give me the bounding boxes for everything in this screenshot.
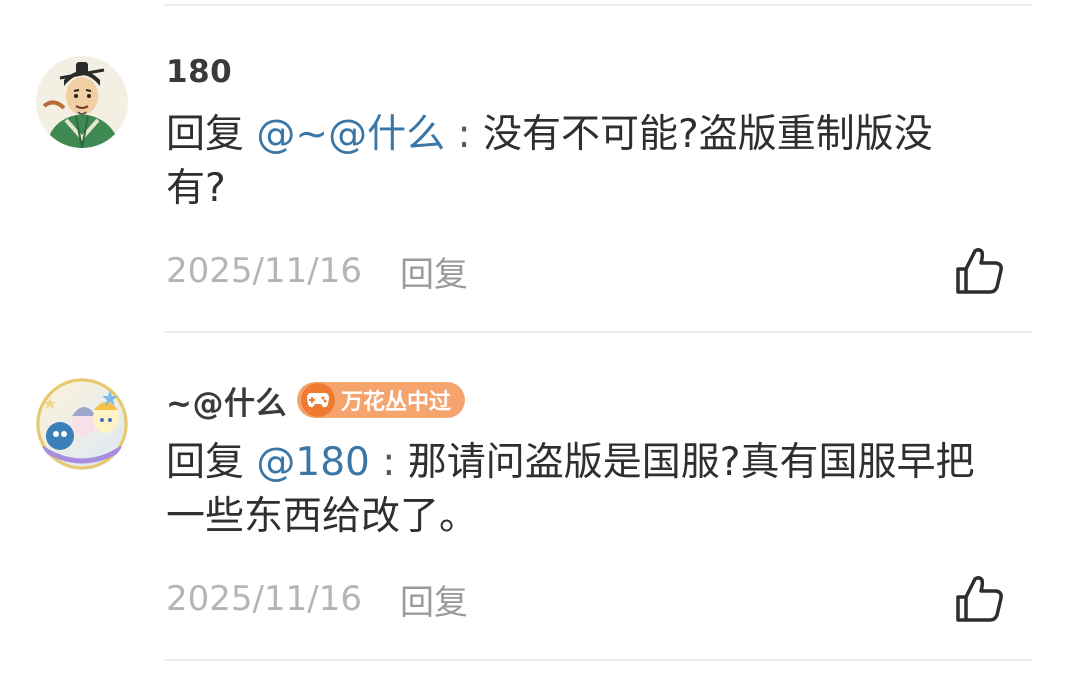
avatar[interactable] <box>36 56 128 148</box>
comment-line-1: 回复 @180 : 那请问盗版是国服?真有国服早把 <box>166 436 1016 490</box>
mention-link[interactable]: @180 <box>256 440 369 485</box>
comment-line-1: 回复 @~@什么 : 没有不可能?盗版重制版没 <box>166 108 1016 162</box>
comment-body-line2: 一些东西给改了。 <box>166 494 479 539</box>
fan-badge[interactable]: 万花丛中过 <box>296 382 465 418</box>
thumbs-up-icon <box>956 247 1003 294</box>
mention-separator: : <box>369 440 408 485</box>
avatar-ancient-scholar <box>36 56 128 148</box>
like-button[interactable] <box>952 571 1008 627</box>
comment-body-line1: 没有不可能?盗版重制版没 <box>483 112 933 157</box>
reply-prefix: 回复 <box>166 440 257 485</box>
reply-prefix: 回复 <box>166 112 257 157</box>
comment-date: 2025/11/16 <box>166 579 362 619</box>
avatar[interactable] <box>36 378 128 470</box>
thumbs-up-icon <box>956 575 1003 622</box>
divider-top <box>165 4 1032 6</box>
avatar-anime-characters <box>36 378 128 470</box>
comment-date: 2025/11/16 <box>166 251 362 291</box>
divider <box>165 331 1032 333</box>
meta-row: 2025/11/16 回复 <box>166 575 468 624</box>
username[interactable]: 180 <box>166 54 232 90</box>
username-row: 180 <box>166 52 232 92</box>
username-row: ~@什么 万花丛中过 <box>166 378 465 423</box>
comment-body-line2: 有? <box>166 166 226 211</box>
comment-body-line1: 那请问盗版是国服?真有国服早把 <box>407 440 975 485</box>
gamepad-icon <box>300 383 335 417</box>
username[interactable]: ~@什么 <box>166 378 287 423</box>
comment-text: 回复 @180 : 那请问盗版是国服?真有国服早把 一些东西给改了。 <box>166 436 1016 544</box>
reply-button[interactable]: 回复 <box>400 247 468 296</box>
mention-link[interactable]: @~@什么 <box>256 112 445 157</box>
comment-text: 回复 @~@什么 : 没有不可能?盗版重制版没 有? <box>166 108 1016 216</box>
mention-separator: : <box>445 112 484 157</box>
divider <box>165 659 1032 661</box>
reply-button[interactable]: 回复 <box>400 575 468 624</box>
badge-label: 万花丛中过 <box>340 390 451 415</box>
like-button[interactable] <box>952 243 1008 299</box>
meta-row: 2025/11/16 回复 <box>166 247 468 296</box>
comment-thread: 180 回复 @~@什么 : 没有不可能?盗版重制版没 有? 2025/11/1… <box>0 0 1080 686</box>
